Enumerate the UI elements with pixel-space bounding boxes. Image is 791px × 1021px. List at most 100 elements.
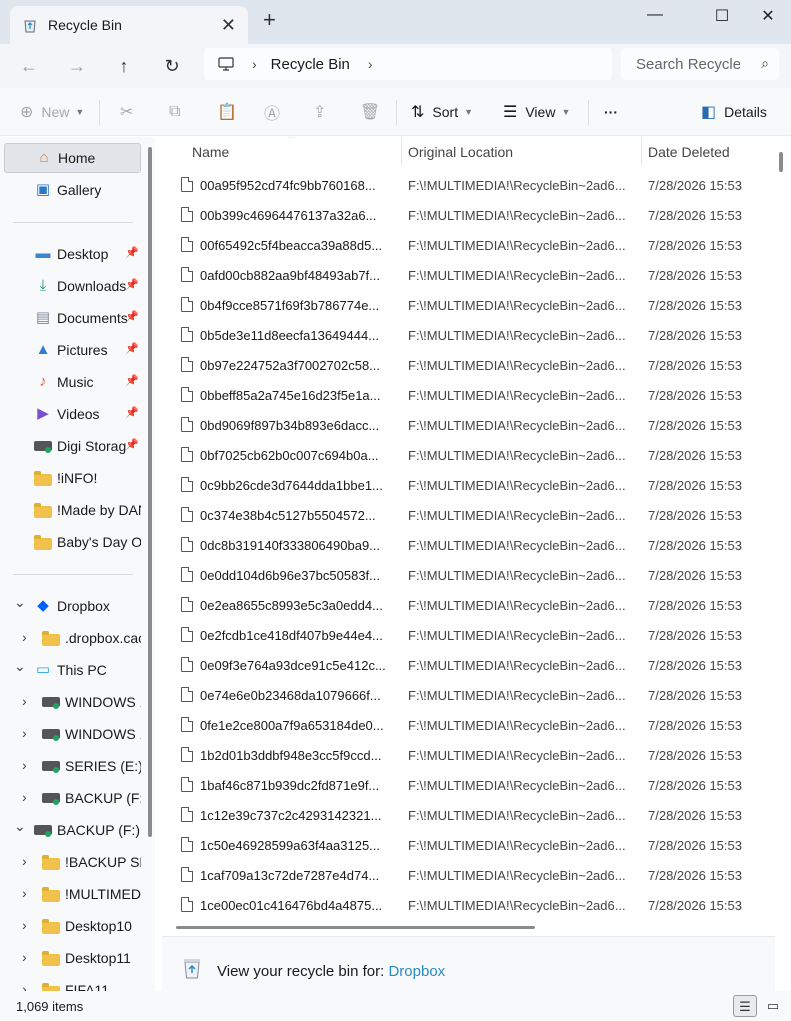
- column-name[interactable]: Name: [192, 144, 229, 160]
- column-divider[interactable]: [401, 137, 402, 165]
- copy-button[interactable]: ⧉: [169, 88, 188, 136]
- table-row[interactable]: 0c374e38b4c5127b5504572... F:\!MULTIMEDIA…: [162, 500, 775, 530]
- address-bar[interactable]: › Recycle Bin ›: [204, 48, 612, 80]
- refresh-icon[interactable]: ↻: [159, 53, 185, 79]
- chevron-right-icon[interactable]: ›: [22, 629, 27, 645]
- dropbox-link[interactable]: Dropbox: [388, 963, 445, 980]
- sidebar-item[interactable]: ♪ Music 📌: [4, 367, 141, 397]
- delete-button[interactable]: 🗑: [360, 88, 388, 136]
- chevron-right-icon[interactable]: ›: [252, 56, 257, 72]
- table-row[interactable]: 1c12e39c737c2c4293142321... F:\!MULTIMEDI…: [162, 800, 775, 830]
- sidebar-item[interactable]: ▣ Gallery: [4, 175, 141, 205]
- sidebar-item[interactable]: ▲ Pictures 📌: [4, 335, 141, 365]
- chevron-right-icon[interactable]: ›: [22, 981, 27, 991]
- search-box[interactable]: Search Recycle Bin ⌕: [621, 48, 779, 80]
- table-row[interactable]: 0e74e6e0b23468da1079666f... F:\!MULTIMEDI…: [162, 680, 775, 710]
- sidebar-item[interactable]: !Made by DAN: [4, 495, 141, 525]
- sidebar-item[interactable]: › Desktop11: [4, 943, 141, 973]
- minimize-button[interactable]: —: [635, 6, 675, 26]
- chevron-right-icon[interactable]: ›: [22, 725, 27, 741]
- search-input[interactable]: Search Recycle Bin: [636, 56, 740, 73]
- new-tab-button[interactable]: +: [263, 9, 276, 31]
- table-row[interactable]: 1baf46c871b939dc2fd871e9f... F:\!MULTIMED…: [162, 770, 775, 800]
- new-button[interactable]: ⊕ New ▼: [20, 88, 84, 136]
- maximize-button[interactable]: ☐: [702, 6, 742, 26]
- close-window-button[interactable]: ✕: [748, 6, 788, 26]
- sidebar-item[interactable]: ⌄ ▭ This PC: [4, 655, 141, 685]
- horizontal-scrollbar[interactable]: [176, 926, 535, 929]
- details-pane-button[interactable]: ◧ Details: [701, 88, 767, 136]
- table-row[interactable]: 0bbeff85a2a745e16d23f5e1a... F:\!MULTIMED…: [162, 380, 775, 410]
- sidebar-item[interactable]: Baby's Day Out: [4, 527, 141, 557]
- sidebar-item[interactable]: › Desktop10: [4, 911, 141, 941]
- table-row[interactable]: 1caf709a13c72de7287e4d74... F:\!MULTIMEDI…: [162, 860, 775, 890]
- table-row[interactable]: 00a95f952cd74fc9bb760168... F:\!MULTIMEDI…: [162, 170, 775, 200]
- sidebar-item[interactable]: › WINDOWS 11: [4, 687, 141, 717]
- sidebar-scrollbar[interactable]: [148, 147, 152, 837]
- table-row[interactable]: 0e2ea8655c8993e5c3a0edd4... F:\!MULTIMEDI…: [162, 590, 775, 620]
- vertical-scrollbar[interactable]: [779, 152, 783, 172]
- tiles-view-icon[interactable]: ▭: [761, 995, 785, 1017]
- sidebar-item[interactable]: › BACKUP (F:): [4, 783, 141, 813]
- table-row[interactable]: 0e0dd104d6b96e37bc50583f... F:\!MULTIMEDI…: [162, 560, 775, 590]
- sidebar-item[interactable]: ▶ Videos 📌: [4, 399, 141, 429]
- sidebar-item[interactable]: ▬ Desktop 📌: [4, 239, 141, 269]
- breadcrumb-recycle-bin[interactable]: Recycle Bin: [271, 56, 350, 73]
- up-arrow-icon[interactable]: ↑: [111, 53, 137, 79]
- tab-recycle-bin[interactable]: Recycle Bin ✕: [10, 6, 248, 44]
- sidebar-item[interactable]: ⌂ Home: [4, 143, 141, 173]
- table-row[interactable]: 1c50e46928599a63f4aa3125... F:\!MULTIMEDI…: [162, 830, 775, 860]
- chevron-down-icon[interactable]: ⌄: [14, 818, 26, 835]
- table-row[interactable]: 0fe1e2ce800a7f9a653184de0... F:\!MULTIMED…: [162, 710, 775, 740]
- sidebar-item[interactable]: !iNFO!: [4, 463, 141, 493]
- sidebar-item[interactable]: › SERIES (E:): [4, 751, 141, 781]
- chevron-right-icon[interactable]: ›: [22, 789, 27, 805]
- column-divider[interactable]: [641, 137, 642, 165]
- share-button[interactable]: ⇪: [313, 88, 334, 136]
- cut-button[interactable]: ✂: [120, 88, 141, 136]
- sort-button[interactable]: ⇅ Sort ▼: [411, 88, 473, 136]
- more-options-button[interactable]: ···: [604, 88, 618, 136]
- table-row[interactable]: 0c9bb26cde3d7644dda1bbe1... F:\!MULTIMEDI…: [162, 470, 775, 500]
- sidebar-item[interactable]: › WINDOWS 10: [4, 719, 141, 749]
- table-row[interactable]: 0e2fcdb1ce418df407b9e44e4... F:\!MULTIMED…: [162, 620, 775, 650]
- chevron-right-icon[interactable]: ›: [368, 56, 373, 72]
- chevron-right-icon[interactable]: ›: [22, 885, 27, 901]
- sidebar-item[interactable]: › .dropbox.cache: [4, 623, 141, 653]
- table-row[interactable]: 0bf7025cb62b0c007c694b0a... F:\!MULTIMEDI…: [162, 440, 775, 470]
- table-row[interactable]: 1ce00ec01c416476bd4a4875... F:\!MULTIMEDI…: [162, 890, 775, 920]
- chevron-down-icon[interactable]: ⌄: [14, 594, 26, 611]
- table-row[interactable]: 0b4f9cce8571f69f3b786774e... F:\!MULTIMED…: [162, 290, 775, 320]
- table-row[interactable]: 0e09f3e764a93dce91c5e412c... F:\!MULTIMED…: [162, 650, 775, 680]
- sidebar-item[interactable]: › FIFA11: [4, 975, 141, 991]
- table-row[interactable]: 0bd9069f897b34b893e6dacc... F:\!MULTIMEDI…: [162, 410, 775, 440]
- close-tab-icon[interactable]: ✕: [221, 15, 236, 36]
- back-arrow-icon[interactable]: ←: [16, 53, 42, 79]
- sidebar-item[interactable]: Digi Storag 📌: [4, 431, 141, 461]
- table-row[interactable]: 00b399c46964476137a32a6... F:\!MULTIMEDIA…: [162, 200, 775, 230]
- table-row[interactable]: 00f65492c5f4beacca39a88d5... F:\!MULTIMED…: [162, 230, 775, 260]
- view-button[interactable]: ☰ View ▼: [503, 88, 570, 136]
- rename-button[interactable]: Ⓐ: [264, 88, 288, 136]
- forward-arrow-icon[interactable]: →: [64, 53, 90, 79]
- chevron-right-icon[interactable]: ›: [22, 757, 27, 773]
- table-row[interactable]: 0afd00cb882aa9bf48493ab7f... F:\!MULTIMED…: [162, 260, 775, 290]
- column-original-location[interactable]: Original Location: [408, 144, 513, 160]
- chevron-right-icon[interactable]: ›: [22, 693, 27, 709]
- sidebar-item[interactable]: ⌄ BACKUP (F:): [4, 815, 141, 845]
- sidebar-item[interactable]: ⌄ ◆ Dropbox: [4, 591, 141, 621]
- table-row[interactable]: 1b2d01b3ddbf948e3cc5f9ccd... F:\!MULTIMED…: [162, 740, 775, 770]
- chevron-right-icon[interactable]: ›: [22, 853, 27, 869]
- chevron-down-icon[interactable]: ⌄: [14, 658, 26, 675]
- sidebar-item[interactable]: ▤ Documents 📌: [4, 303, 141, 333]
- sidebar-item[interactable]: ⤓ Downloads 📌: [4, 271, 141, 301]
- chevron-right-icon[interactable]: ›: [22, 917, 27, 933]
- table-row[interactable]: 0b5de3e11d8eecfa13649444... F:\!MULTIMEDI…: [162, 320, 775, 350]
- table-row[interactable]: 0b97e224752a3f7002702c58... F:\!MULTIMEDI…: [162, 350, 775, 380]
- table-row[interactable]: 0dc8b319140f333806490ba9... F:\!MULTIMEDI…: [162, 530, 775, 560]
- sidebar-item[interactable]: › !BACKUP SERIES: [4, 847, 141, 877]
- column-date-deleted[interactable]: Date Deleted: [648, 144, 730, 160]
- details-view-icon[interactable]: ☰: [733, 995, 757, 1017]
- sidebar-item[interactable]: › !MULTIMEDIA: [4, 879, 141, 909]
- chevron-right-icon[interactable]: ›: [22, 949, 27, 965]
